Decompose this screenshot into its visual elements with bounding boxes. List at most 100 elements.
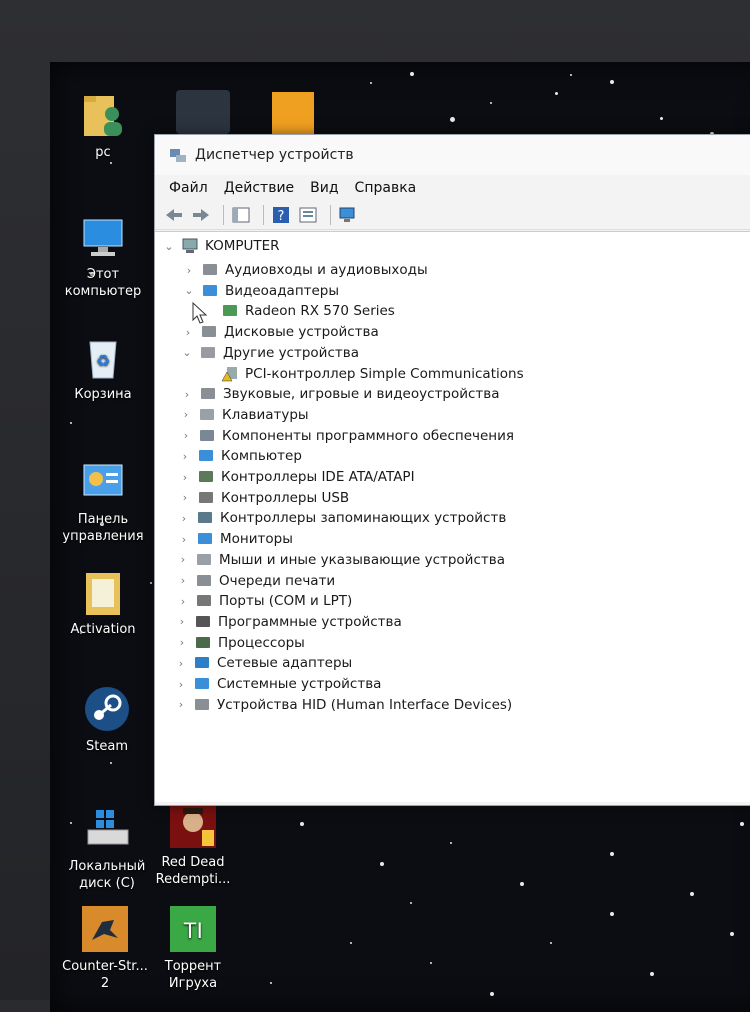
tree-category[interactable]: ⌄ Видеоадаптеры bbox=[183, 281, 339, 301]
chevron-right-icon[interactable]: › bbox=[176, 615, 188, 628]
desktop-icon-torrent[interactable]: TI Торрент Игруха bbox=[148, 904, 238, 992]
recycle-bin-icon: ♻ bbox=[78, 332, 128, 382]
tree-category[interactable]: › Компоненты программного обеспечения bbox=[180, 426, 514, 446]
tree-category[interactable]: › Порты (COM и LPT) bbox=[177, 591, 353, 611]
desktop-icon-steam[interactable]: Steam bbox=[62, 684, 152, 755]
tree-category[interactable]: › Очереди печати bbox=[177, 571, 335, 591]
tree-item-label: Сетевые адаптеры bbox=[217, 655, 353, 672]
help-button[interactable]: ? bbox=[270, 205, 292, 225]
svg-text:?: ? bbox=[278, 209, 285, 224]
tree-item-label: Другие устройства bbox=[223, 344, 359, 361]
chevron-right-icon[interactable]: › bbox=[178, 512, 190, 525]
chevron-right-icon[interactable]: › bbox=[175, 698, 187, 711]
tree-child-item[interactable]: Radeon RX 570 Series bbox=[221, 301, 395, 321]
chevron-down-icon[interactable]: ⌄ bbox=[181, 346, 193, 359]
tree-category[interactable]: › Мониторы bbox=[178, 529, 293, 549]
tree-item-label: Клавиатуры bbox=[222, 406, 309, 423]
local-disk-icon bbox=[82, 804, 132, 854]
snow-speck bbox=[740, 822, 744, 826]
chevron-right-icon[interactable]: › bbox=[179, 491, 191, 504]
chevron-right-icon[interactable]: › bbox=[177, 553, 189, 566]
tree-category[interactable]: › Системные устройства bbox=[175, 674, 382, 694]
window-titlebar[interactable]: Диспетчер устройств bbox=[155, 135, 750, 175]
app-icon-partial[interactable] bbox=[176, 90, 230, 134]
back-button[interactable] bbox=[163, 205, 185, 225]
port-icon bbox=[195, 593, 213, 609]
tree-item-label: Аудиовходы и аудиовыходы bbox=[225, 262, 428, 278]
desktop-icon-pc[interactable]: pc bbox=[58, 90, 148, 161]
tree-category[interactable]: › Звуковые, игровые и видеоустройства bbox=[181, 384, 500, 404]
chevron-right-icon[interactable]: › bbox=[183, 264, 195, 277]
snow-speck bbox=[70, 422, 72, 424]
chevron-right-icon[interactable]: › bbox=[179, 471, 191, 484]
tree-item-label: Дисковые устройства bbox=[224, 324, 379, 341]
desktop-icon-recycle-bin[interactable]: ♻ Корзина bbox=[58, 332, 148, 403]
menu-action[interactable]: Действие bbox=[224, 180, 294, 196]
chevron-right-icon[interactable]: › bbox=[177, 595, 189, 608]
tree-item-label: Мониторы bbox=[220, 531, 293, 548]
tree-category[interactable]: › Сетевые адаптеры bbox=[175, 653, 352, 673]
properties-button[interactable] bbox=[297, 205, 319, 225]
mouse-icon bbox=[195, 552, 213, 568]
chevron-right-icon[interactable]: › bbox=[177, 574, 189, 587]
tree-item-label: Мыши и иные указывающие устройства bbox=[219, 551, 505, 568]
chevron-right-icon[interactable]: › bbox=[179, 450, 191, 463]
menu-file[interactable]: Файл bbox=[169, 180, 208, 196]
device-tree: ⌄ KOMPUTER › Аудиовходы и аудиовыходы ⌄ Вид… bbox=[155, 231, 750, 802]
tree-category[interactable]: › Контроллеры запоминающих устройств bbox=[178, 508, 507, 528]
chevron-right-icon[interactable]: › bbox=[176, 636, 188, 649]
desktop-icon-local-disk[interactable]: Локальный диск (C) bbox=[62, 804, 152, 892]
tree-root-label: KOMPUTER bbox=[205, 238, 280, 254]
desktop-icon-label: Red Dead Redempti... bbox=[155, 855, 231, 887]
desktop-icon-this-pc[interactable]: Этот компьютер bbox=[58, 212, 148, 300]
snow-speck bbox=[350, 942, 352, 944]
snow-speck bbox=[690, 892, 694, 896]
system-icon bbox=[193, 676, 211, 692]
menu-help[interactable]: Справка bbox=[355, 180, 417, 196]
ide-icon bbox=[197, 469, 215, 485]
chevron-right-icon[interactable]: › bbox=[175, 657, 187, 670]
snow-speck bbox=[450, 117, 455, 122]
svg-text:♻: ♻ bbox=[96, 351, 110, 370]
tree-item-label: Видеоадаптеры bbox=[225, 282, 340, 299]
chevron-down-icon[interactable]: ⌄ bbox=[183, 284, 195, 297]
desktop-icon-red-dead[interactable]: Red Dead Redempti... bbox=[148, 800, 238, 888]
chevron-right-icon[interactable]: › bbox=[180, 408, 192, 421]
storage-controller-icon bbox=[196, 510, 214, 526]
toolbar-separator bbox=[223, 205, 224, 225]
tree-child-item[interactable]: PCI-контроллер Simple Communications bbox=[221, 364, 524, 384]
tree-category[interactable]: › Процессоры bbox=[176, 633, 305, 653]
tree-category[interactable]: › Мыши и иные указывающие устройства bbox=[177, 550, 505, 570]
tree-category[interactable]: › Контроллеры USB bbox=[179, 488, 349, 508]
desktop-icon-activation[interactable]: Activation bbox=[58, 567, 148, 638]
unknown-device-icon bbox=[199, 345, 217, 361]
snow-speck bbox=[730, 932, 734, 936]
chevron-down-icon[interactable]: ⌄ bbox=[163, 240, 175, 253]
menu-view[interactable]: Вид bbox=[310, 180, 338, 196]
scan-hardware-button[interactable] bbox=[337, 205, 359, 225]
tree-category[interactable]: › Компьютер bbox=[179, 446, 302, 466]
tree-category[interactable]: ⌄ Другие устройства bbox=[181, 343, 359, 363]
chevron-right-icon[interactable]: › bbox=[175, 678, 187, 691]
chevron-right-icon[interactable]: › bbox=[181, 388, 193, 401]
tree-category[interactable]: › Программные устройства bbox=[176, 612, 402, 632]
tree-category[interactable]: › Аудиовходы и аудиовыходы bbox=[183, 260, 428, 280]
svg-text:TI: TI bbox=[183, 918, 203, 943]
app-icon-partial[interactable] bbox=[272, 92, 314, 134]
desktop-icon-counter-strike[interactable]: Counter-Str... 2 bbox=[60, 904, 150, 992]
tree-category[interactable]: › Контроллеры IDE ATA/ATAPI bbox=[179, 467, 415, 487]
forward-button[interactable] bbox=[190, 205, 212, 225]
desktop: pc Этот компьютер ♻ Корзина Панель управ… bbox=[50, 62, 750, 1012]
computer-root-icon bbox=[181, 238, 199, 254]
tree-root[interactable]: ⌄ KOMPUTER bbox=[163, 236, 280, 256]
chevron-right-icon[interactable]: › bbox=[178, 533, 190, 546]
software-component-icon bbox=[198, 428, 216, 444]
desktop-icon-control-panel[interactable]: Панель управления bbox=[58, 457, 148, 545]
tree-category[interactable]: › Дисковые устройства bbox=[182, 322, 379, 342]
tree-category[interactable]: › Устройства HID (Human Interface Devices… bbox=[175, 695, 512, 715]
desktop-icon-label: pc bbox=[95, 145, 111, 160]
tree-category[interactable]: › Клавиатуры bbox=[180, 405, 309, 425]
show-hide-tree-button[interactable] bbox=[230, 205, 252, 225]
device-manager-icon bbox=[169, 147, 187, 163]
chevron-right-icon[interactable]: › bbox=[180, 429, 192, 442]
